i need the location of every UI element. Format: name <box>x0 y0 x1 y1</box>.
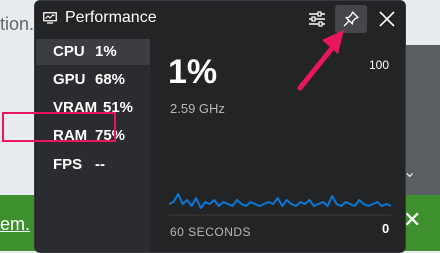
close-icon <box>379 11 395 27</box>
graph-min-label: 0 <box>382 221 390 236</box>
settings-button[interactable] <box>301 5 333 33</box>
close-button[interactable] <box>371 5 403 33</box>
metric-list: CPU 1% GPU 68% VRAM 51% RAM 75% FPS -- <box>36 39 150 252</box>
metric-item-cpu[interactable]: CPU 1% <box>36 39 150 65</box>
widget-titlebar[interactable]: Performance <box>35 1 405 37</box>
graph-max-label: 100 <box>369 58 390 72</box>
metric-name: FPS <box>53 156 83 173</box>
graph-time-label: 60 SECONDS <box>170 225 252 239</box>
pin-icon <box>343 11 359 27</box>
widget-title: Performance <box>65 9 157 26</box>
usage-line <box>169 193 391 209</box>
sliders-icon <box>309 11 325 27</box>
background-banner-link[interactable]: em. <box>0 214 30 235</box>
usage-graph <box>169 193 391 216</box>
monitor-chart-icon <box>43 12 57 24</box>
background-page-text: tion. <box>0 14 35 34</box>
metric-value: 68% <box>95 71 126 88</box>
metric-value: -- <box>95 156 105 173</box>
metric-item-gpu[interactable]: GPU 68% <box>36 67 150 93</box>
metric-name: CPU <box>53 43 85 60</box>
metric-item-fps[interactable]: FPS -- <box>36 152 150 178</box>
pin-button[interactable] <box>335 5 367 33</box>
metric-value: 1% <box>95 43 117 60</box>
metric-name: GPU <box>53 71 86 88</box>
current-value: 1% <box>168 53 218 91</box>
fps-highlight-box <box>2 112 116 142</box>
cpu-frequency: 2.59 GHz <box>170 101 225 116</box>
